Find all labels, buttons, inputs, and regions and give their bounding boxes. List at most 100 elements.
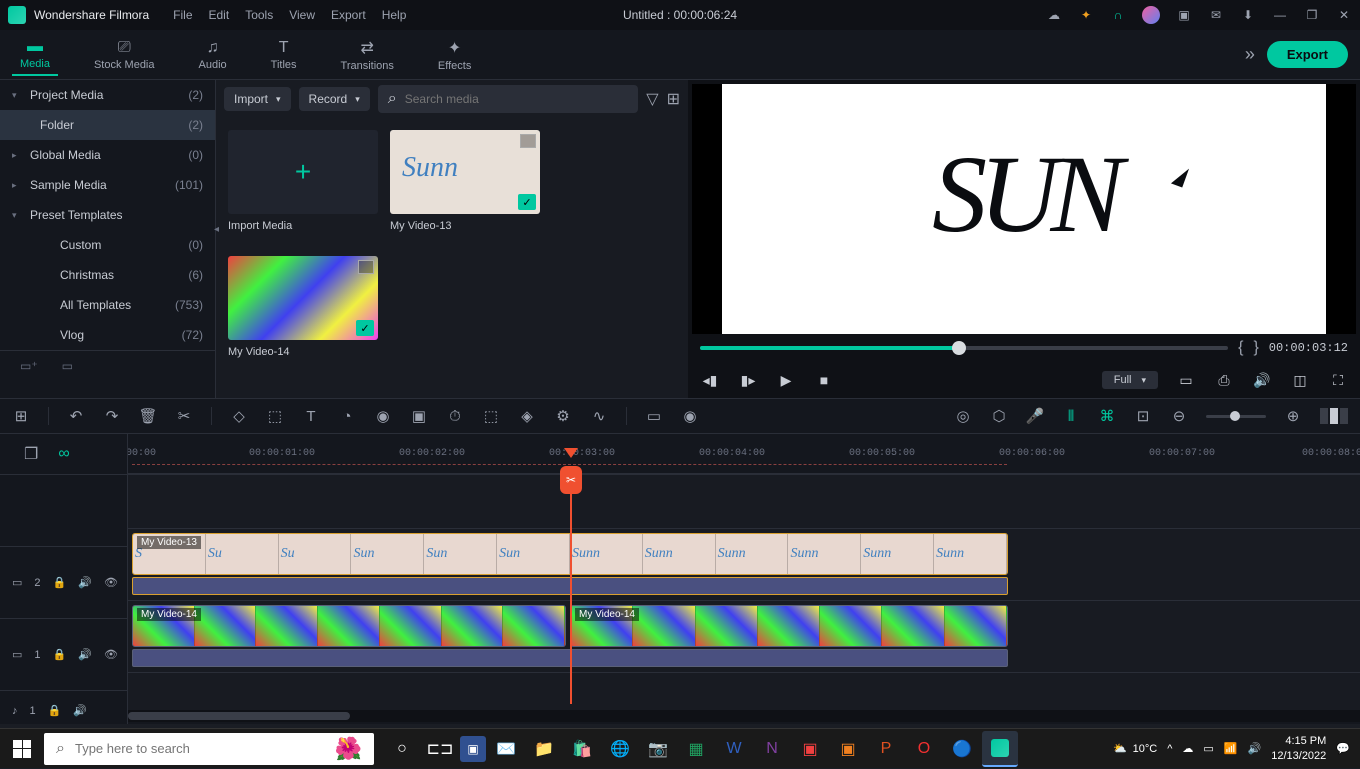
search-media[interactable]: ⌕ [378,85,639,113]
preview-video[interactable]: SUN [692,84,1356,334]
tray-notifications-icon[interactable]: 💬 [1336,742,1350,755]
detect-icon[interactable]: ⬚ [482,407,500,425]
zoom-slider[interactable] [1206,415,1266,418]
volume-icon[interactable]: 🔊 [1252,370,1272,390]
mute-icon[interactable]: 🔊 [78,576,92,589]
idea-icon[interactable]: ✦ [1078,7,1094,23]
next-frame-button[interactable]: ▮▸ [738,370,758,390]
timer-icon[interactable]: ⏱ [446,407,464,425]
mute-icon[interactable]: 🔊 [73,704,87,717]
duplicate-icon[interactable]: ❐ [24,444,38,464]
lock-icon[interactable]: 🔒 [53,576,67,589]
eye-icon[interactable]: 👁 [104,648,118,661]
play-button[interactable]: ▶ [776,370,796,390]
stop-button[interactable]: ■ [814,370,834,390]
sidebar-custom[interactable]: Custom(0) [0,230,215,260]
redo-icon[interactable]: ↷ [103,407,121,425]
video-track-2[interactable]: My Video-13 SSuSuSunSunSunSunnSunnSunnSu… [128,528,1360,600]
task-cortana[interactable]: ○ [384,731,420,767]
tray-clock[interactable]: 4:15 PM 12/13/2022 [1271,734,1326,763]
cloud-icon[interactable]: ☁ [1046,7,1062,23]
bracket-left[interactable]: { [1238,339,1243,357]
sidebar-christmas[interactable]: Christmas(6) [0,260,215,290]
media-tile-video-13[interactable]: Sunn✓ My Video-13 [390,130,540,232]
zoom-out-icon[interactable]: ⊖ [1170,407,1188,425]
clip-video-14a[interactable]: My Video-14 [132,605,566,647]
save-icon[interactable]: ▣ [1176,7,1192,23]
sidebar-global-media[interactable]: ▸Global Media(0) [0,140,215,170]
profile-icon[interactable] [1142,6,1160,24]
more-tabs-icon[interactable]: » [1245,44,1255,65]
sidebar-preset-templates[interactable]: ▾Preset Templates [0,200,215,230]
monitor-icon[interactable]: ▭ [1176,370,1196,390]
color-icon[interactable]: ◉ [374,407,392,425]
tab-audio[interactable]: ♫Audio [191,35,235,75]
menu-tools[interactable]: Tools [245,8,273,22]
import-dropdown[interactable]: Import▾ [224,87,291,111]
export-button[interactable]: Export [1267,41,1348,68]
lock-icon[interactable]: 🔒 [48,704,62,717]
fullscreen-icon[interactable]: ⛶ [1328,370,1348,390]
tab-effects[interactable]: ✦Effects [430,34,479,76]
shield-icon[interactable]: ⬡ [990,407,1008,425]
menu-export[interactable]: Export [331,8,366,22]
compare-icon[interactable]: ◫ [1290,370,1310,390]
folder-icon[interactable]: ▭ [62,359,73,373]
sidebar-project-media[interactable]: ▾Project Media(2) [0,80,215,110]
tray-onedrive-icon[interactable]: ☁ [1182,742,1193,755]
task-onenote[interactable]: N [754,731,790,767]
delete-icon[interactable]: 🗑 [139,407,157,425]
tray-battery-icon[interactable]: ▭ [1203,742,1213,755]
clip-video-14b[interactable]: My Video-14 [570,605,1008,647]
playhead[interactable]: ✂ [570,474,572,704]
tab-media[interactable]: ▬Media [12,34,58,76]
zoom-in-icon[interactable]: ⊕ [1284,407,1302,425]
mute-icon[interactable]: 🔊 [78,648,92,661]
task-explorer[interactable]: 📁 [526,731,562,767]
fit-icon[interactable]: ⊡ [1134,407,1152,425]
bracket-right[interactable]: } [1253,339,1258,357]
taskbar-search[interactable]: ⌕ 🌺 [44,733,374,765]
menu-view[interactable]: View [289,8,315,22]
eye-icon[interactable]: 👁 [104,576,118,589]
start-button[interactable] [0,729,44,769]
menu-file[interactable]: File [173,8,192,22]
task-word[interactable]: W [716,731,752,767]
task-instagram[interactable]: 📷 [640,731,676,767]
minimize-icon[interactable]: — [1272,7,1288,23]
weather-widget[interactable]: ⛅10°C [1113,742,1157,755]
task-app-3[interactable]: ▣ [830,731,866,767]
eye-icon[interactable]: ◎ [954,407,972,425]
import-media-tile[interactable]: + Import Media [228,130,378,232]
task-chrome[interactable]: 🔵 [944,731,980,767]
mail-icon[interactable]: ✉ [1208,7,1224,23]
new-folder-icon[interactable]: ▭⁺ [20,359,38,373]
link-icon[interactable]: ∞ [58,445,69,463]
close-icon[interactable]: ✕ [1336,7,1352,23]
scissors-icon[interactable]: ✂ [560,466,582,494]
lock-icon[interactable]: 🔒 [53,648,67,661]
task-view[interactable]: ⊏⊐ [422,731,458,767]
speed-icon[interactable]: ◔ [338,407,356,425]
snapshot-icon[interactable]: ⎙ [1214,370,1234,390]
tab-transitions[interactable]: ⇄Transitions [333,34,402,76]
task-mail[interactable]: ✉️ [488,731,524,767]
maximize-icon[interactable]: ❐ [1304,7,1320,23]
timeline-ruler[interactable]: :00:00 00:00:01:00 00:00:02:00 00:00:03:… [128,434,1360,474]
sidebar-vlog[interactable]: Vlog(72) [0,320,215,350]
headphones-icon[interactable]: ∩ [1110,7,1126,23]
audio-sync-icon[interactable]: ∿ [590,407,608,425]
tab-stock-media[interactable]: ⎚Stock Media [86,35,163,75]
task-app-1[interactable]: ▣ [460,736,486,762]
task-powerpoint[interactable]: P [868,731,904,767]
tray-volume-icon[interactable]: 🔊 [1248,742,1262,755]
render-icon[interactable]: ▭ [645,407,663,425]
preview-scrubber[interactable] [700,346,1228,350]
taskbar-search-input[interactable] [75,741,325,756]
tray-wifi-icon[interactable]: 📶 [1224,742,1238,755]
tray-chevron-icon[interactable]: ^ [1167,743,1172,755]
magnet-icon[interactable]: ⌘ [1098,407,1116,425]
video-track-1[interactable]: My Video-14 My Video-14 [128,600,1360,672]
text-tool-icon[interactable]: T [302,407,320,425]
audio-track-1[interactable] [128,672,1360,712]
